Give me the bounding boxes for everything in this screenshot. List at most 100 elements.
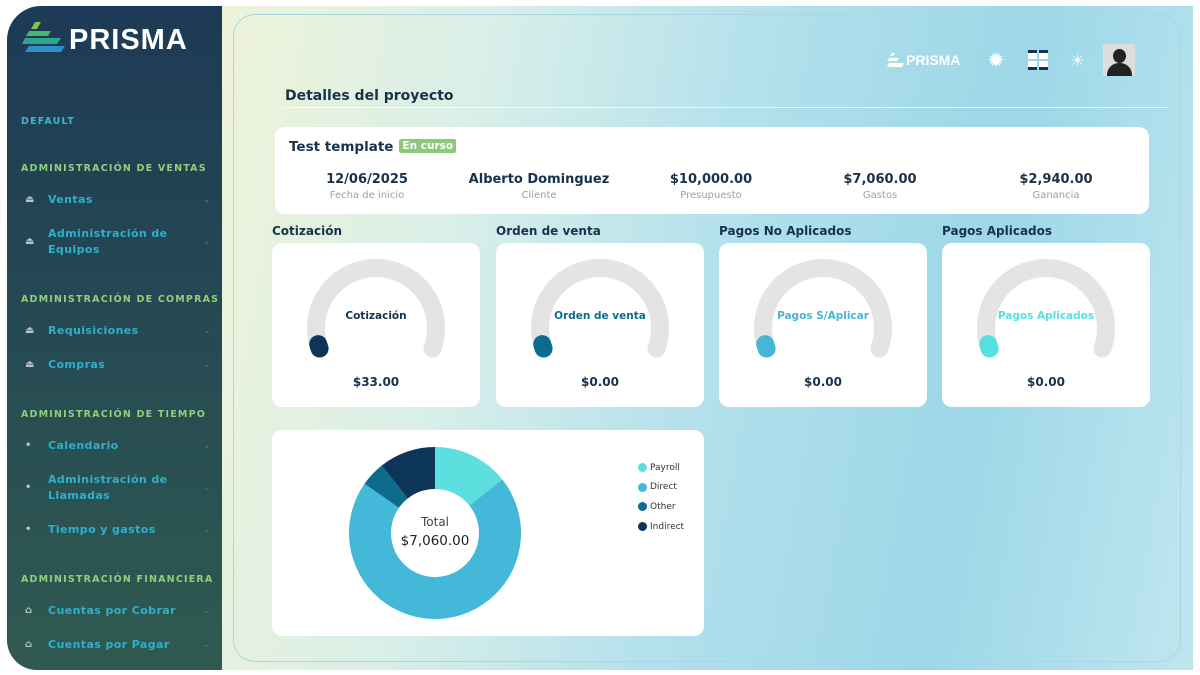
stat-label: Presupuesto	[680, 190, 742, 201]
project-name: Test template	[289, 139, 394, 155]
donut-slice-direct[interactable]	[349, 479, 521, 619]
prisma-logo-icon	[887, 53, 904, 67]
sidebar-item[interactable]: • Tiempo y gastos ⌄	[21, 522, 211, 538]
sidebar-item[interactable]: ⏏ Compras ⌄	[21, 357, 211, 373]
gauge-fill	[309, 335, 329, 358]
user-avatar[interactable]	[1102, 44, 1135, 76]
sidebar-item[interactable]: ⏏ Requisiciones ⌄	[21, 323, 211, 339]
gauge-title: Pagos Aplicados	[942, 224, 1053, 238]
theme-sun-icon[interactable]: ☀	[1070, 51, 1084, 70]
settings-icon[interactable]: ✹	[987, 50, 1004, 70]
stat-label: Fecha de inicio	[329, 190, 405, 201]
gauge-track	[531, 259, 669, 358]
gauge-track	[977, 259, 1115, 358]
header-toolbar: PRISMA ✹ ☀	[886, 44, 1135, 76]
gauge-title: Orden de venta	[496, 224, 601, 238]
status-badge: En curso	[399, 139, 457, 153]
chevron-down-icon[interactable]: ⌄	[203, 603, 211, 619]
legend-label: Other	[650, 501, 676, 512]
sidebar-item-label: Calendario	[48, 439, 119, 452]
gauge-value: $0.00	[1027, 375, 1065, 389]
sidebar-item[interactable]: ⌂ Cuentas por Pagar ⌄	[21, 637, 211, 653]
basket-icon: ⏏	[25, 359, 35, 370]
legend-dot-icon	[638, 522, 647, 532]
project-stat: $2,940.00 Ganancia	[971, 172, 1141, 201]
gauge-label: Pagos S/Aplicar	[777, 310, 869, 322]
chevron-down-icon[interactable]: ⌄	[203, 234, 211, 250]
legend-label: Payroll	[650, 462, 680, 473]
gauge-label: Pagos Aplicados	[997, 310, 1095, 322]
bank-icon: ⌂	[25, 605, 33, 616]
stat-value: $7,060.00	[843, 172, 917, 187]
sidebar-item-label: Tiempo y gastos	[48, 523, 156, 536]
gauge-track	[754, 259, 892, 358]
legend-label: Indirect	[650, 521, 685, 532]
gauge-card: Pagos S/Aplicar $0.00	[719, 243, 927, 407]
legend-dot-icon	[638, 482, 647, 492]
stat-value: 12/06/2025	[326, 172, 408, 187]
stat-value: Alberto Dominguez	[468, 172, 610, 187]
sidebar-item[interactable]: ⏏ Administración de Equipos ⌄	[21, 226, 211, 258]
legend-dot-icon	[638, 502, 647, 512]
basket-icon: ⏏	[25, 194, 35, 205]
apps-grid-icon[interactable]	[1028, 50, 1049, 70]
chevron-down-icon[interactable]: ⌄	[203, 192, 211, 208]
dot-icon: •	[25, 482, 32, 493]
legend-dot-icon	[638, 463, 647, 473]
gauge-card: Orden de venta $0.00	[496, 243, 704, 407]
sidebar-item-label: Administración de Llamadas	[48, 473, 168, 502]
project-summary-card: Test template En curso 12/06/2025 Fecha de…	[275, 127, 1149, 214]
sidebar-item-label: Cuentas por Pagar	[48, 638, 170, 651]
basket-icon: ⏏	[25, 236, 35, 247]
sidebar-section-title: DEFAULT	[21, 116, 75, 127]
sidebar: PRISMA DEFAULT ADMINISTRACIÓN DE VENTAS ⏏ V…	[7, 6, 222, 670]
chevron-down-icon[interactable]: ⌄	[203, 323, 211, 339]
sidebar-item-label: Cuentas por Cobrar	[48, 604, 176, 617]
legend-item[interactable]: Indirect	[638, 517, 684, 537]
sidebar-item[interactable]: • Administración de Llamadas ⌄	[21, 472, 211, 504]
brand-logo[interactable]: PRISMA	[21, 20, 188, 60]
sidebar-item[interactable]: ⏏ Ventas ⌄	[21, 192, 211, 208]
dot-icon: •	[25, 524, 32, 535]
gauge-fill	[756, 335, 776, 358]
stat-value: $10,000.00	[669, 172, 753, 187]
stat-label: Cliente	[521, 190, 557, 201]
chevron-down-icon[interactable]: ⌄	[203, 522, 211, 538]
legend-item[interactable]: Direct	[638, 478, 684, 498]
donut-center-value: $7,060.00	[400, 533, 470, 549]
brand-name: PRISMA	[69, 23, 188, 56]
chevron-down-icon[interactable]: ⌄	[203, 438, 211, 454]
project-stat: $10,000.00 Presupuesto	[626, 172, 796, 201]
chevron-down-icon[interactable]: ⌄	[203, 637, 211, 653]
legend-label: Direct	[650, 482, 677, 493]
sidebar-section-title: ADMINISTRACIÓN DE TIEMPO	[21, 409, 207, 420]
sidebar-item[interactable]: ⌂ Cuentas por Cobrar ⌄	[21, 603, 211, 619]
page-title: Detalles del proyecto	[285, 88, 454, 104]
project-stat: Alberto Dominguez Cliente	[454, 172, 624, 201]
chevron-down-icon[interactable]: ⌄	[203, 480, 211, 496]
project-stat: 12/06/2025 Fecha de inicio	[282, 172, 452, 201]
basket-icon: ⏏	[25, 325, 35, 336]
legend-item[interactable]: Other	[638, 497, 684, 517]
title-divider	[282, 107, 1168, 108]
sidebar-item-label: Administración de Equipos	[48, 227, 168, 256]
gauge-card: Cotización $33.00	[272, 243, 480, 407]
stat-label: Ganancia	[1032, 190, 1080, 201]
sidebar-item-label: Ventas	[48, 193, 93, 206]
project-stat: $7,060.00 Gastos	[795, 172, 965, 201]
chevron-down-icon[interactable]: ⌄	[203, 357, 211, 373]
gauge-fill	[979, 335, 999, 358]
sidebar-item[interactable]: • Calendario ⌄	[21, 438, 211, 454]
header-brand[interactable]: PRISMA	[886, 52, 960, 68]
sidebar-section-title: ADMINISTRACIÓN DE COMPRAS	[21, 294, 220, 305]
stat-label: Gastos	[862, 190, 898, 201]
sidebar-section-title: ADMINISTRACIÓN FINANCIERA	[21, 574, 214, 585]
expenses-donut-card: Total $7,060.00 Payroll Direct Other Indire…	[272, 430, 704, 636]
gauge-title: Cotización	[272, 224, 342, 238]
chart-legend: Payroll Direct Other Indirect	[638, 458, 684, 536]
gauge-value: $33.00	[352, 375, 400, 389]
gauge-label: Cotización	[345, 310, 407, 322]
legend-item[interactable]: Payroll	[638, 458, 684, 478]
gauge-value: $0.00	[581, 375, 619, 389]
sidebar-section-title: ADMINISTRACIÓN DE VENTAS	[21, 163, 207, 174]
